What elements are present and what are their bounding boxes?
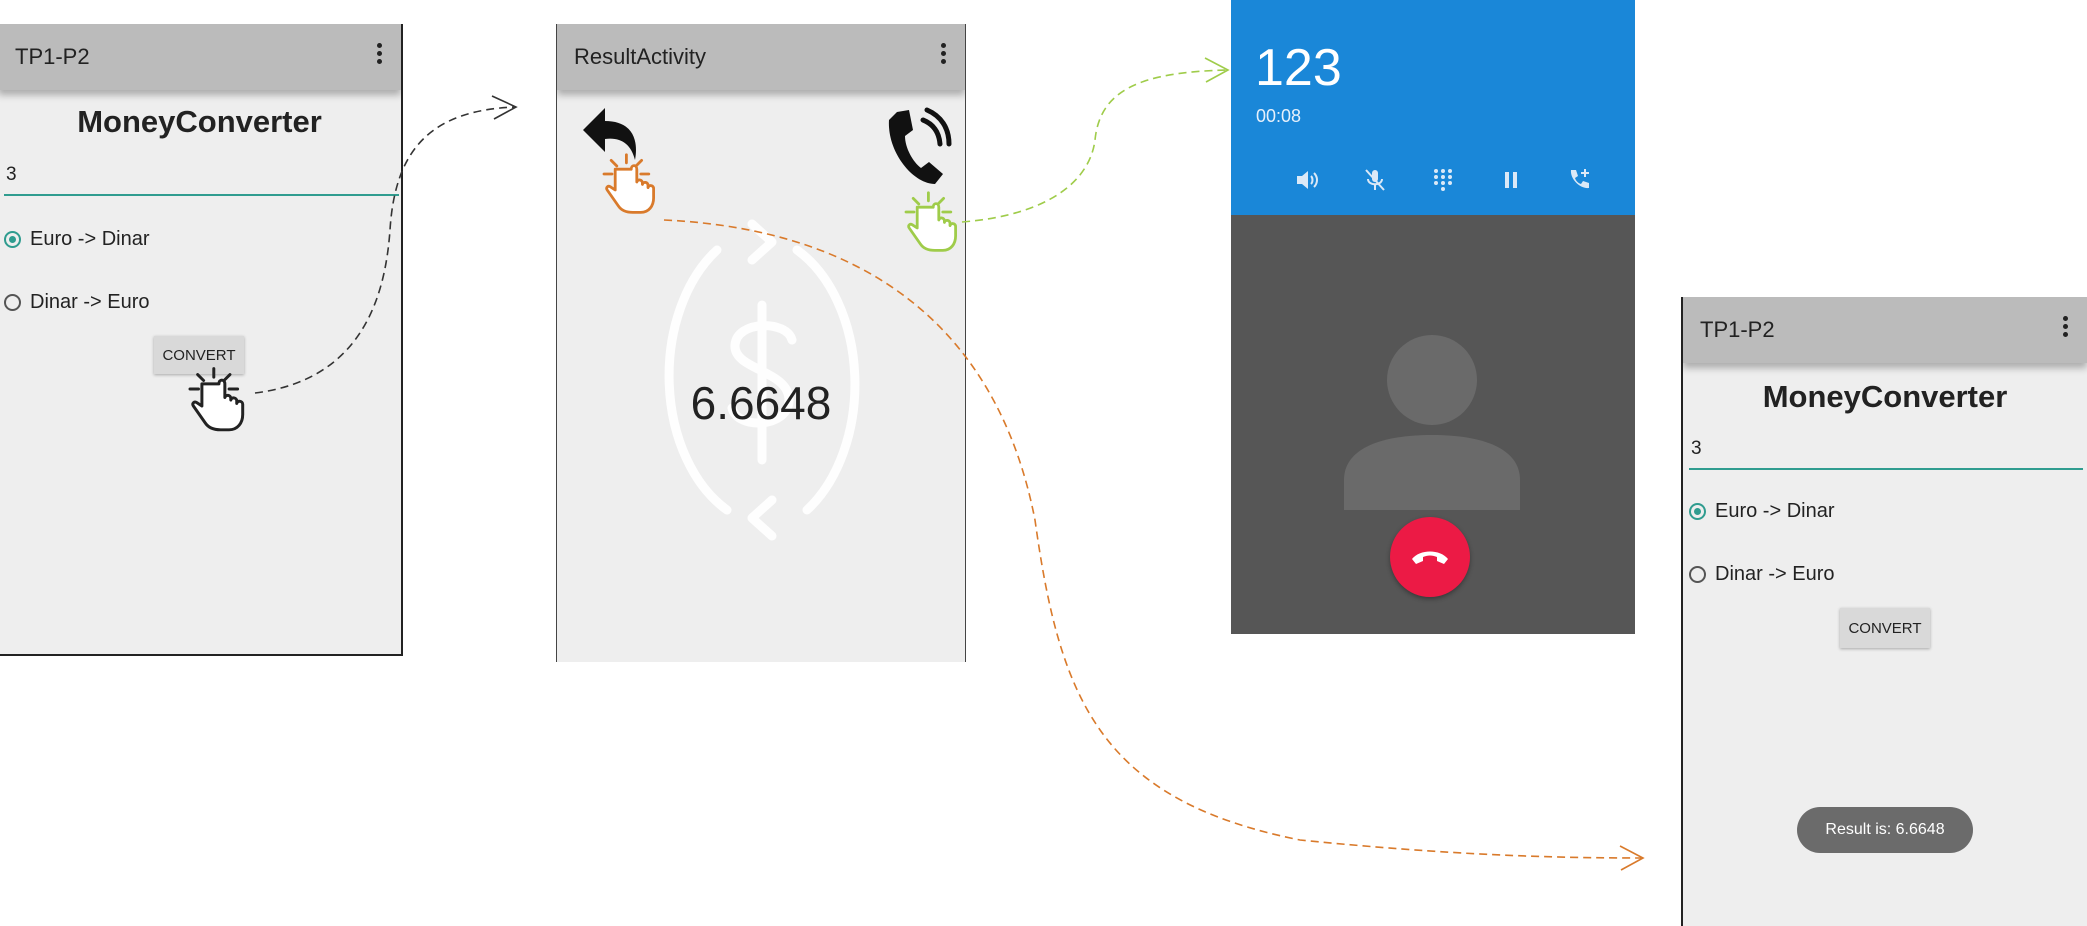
convert-to-result-arrow [254,95,518,394]
flow-arrows [188,57,1645,871]
call-flow-arrow [961,57,1230,223]
tap-gesture-icon [188,367,245,432]
tap-gesture-icon [602,153,655,214]
tap-gesture-icon [904,191,957,252]
back-flow-arrow [663,219,1645,871]
